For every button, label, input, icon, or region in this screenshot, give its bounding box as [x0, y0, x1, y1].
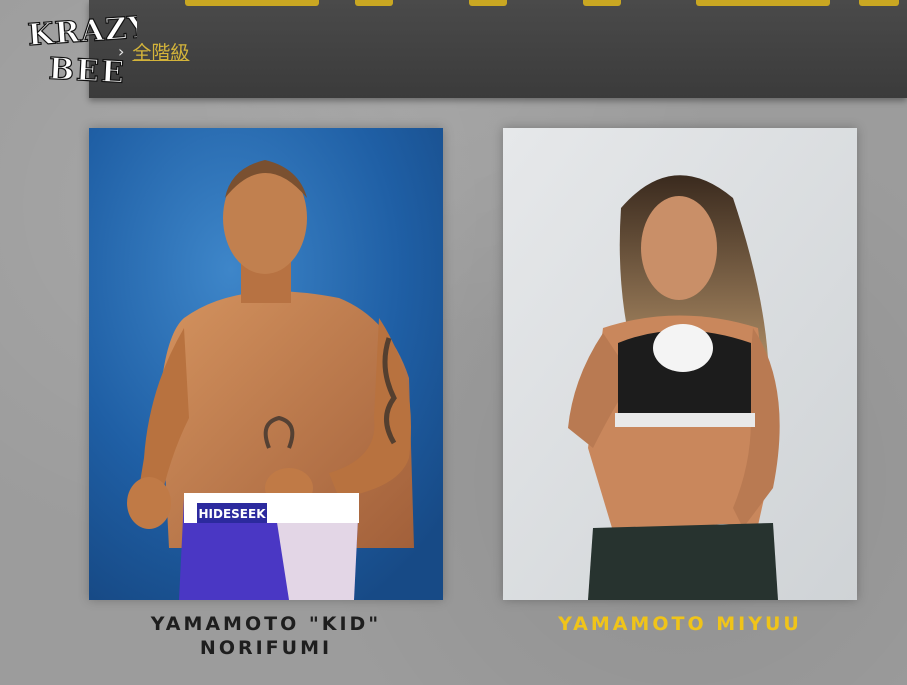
fighter-name-kid[interactable]: YAMAMOTO "KID" NORIFUMI	[89, 612, 443, 660]
fighter-name-miyuu[interactable]: YAMAMOTO MIYUU	[503, 612, 857, 636]
fighter-card-miyuu[interactable]: YAMAMOTO MIYUU	[503, 128, 857, 636]
svg-text:BEE: BEE	[48, 52, 127, 86]
breadcrumb-all-classes-link[interactable]: 全階級	[132, 38, 189, 65]
header-bar	[89, 0, 907, 98]
fighter-photo-miyuu[interactable]	[503, 128, 857, 600]
chevron-right-icon: ›	[118, 41, 125, 61]
breadcrumb: › 全階級	[118, 38, 189, 65]
fighter-card-kid[interactable]: HIDESEEK YAMAMOTO "KID" NORIFUMI	[89, 128, 443, 660]
header-accent-stripes	[89, 0, 907, 6]
trunks-text: HIDESEEK	[198, 507, 266, 521]
fighter-photo-kid[interactable]: HIDESEEK	[89, 128, 443, 600]
